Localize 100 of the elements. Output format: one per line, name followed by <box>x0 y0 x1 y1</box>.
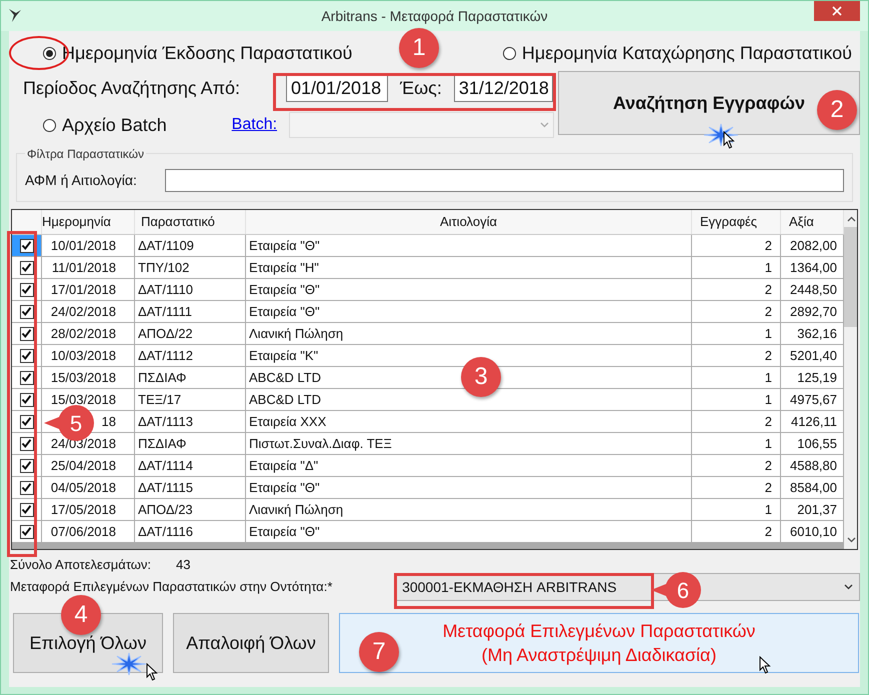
table-cell: 1 <box>692 257 781 278</box>
date-from-field[interactable]: 01/01/2018 <box>286 74 388 102</box>
action-button[interactable]: Απαλοιφή Όλων <box>173 613 329 673</box>
table-cell: ΑΠΟΔ/23 <box>135 499 246 520</box>
table-cell: 17/01/2018 <box>42 279 135 300</box>
row-selector[interactable] <box>12 411 42 432</box>
tax-id-field[interactable] <box>164 169 844 192</box>
table-cell: Εταιρεία "Θ" <box>246 279 692 300</box>
to-label: Έως: <box>400 76 442 100</box>
table-cell: 25/04/2018 <box>42 455 135 476</box>
table-cell: 1 <box>692 323 781 344</box>
table-cell: 201,37 <box>781 499 844 520</box>
column-header[interactable]: Εγγραφές <box>692 210 781 234</box>
table-cell: 07/06/2018 <box>42 521 135 542</box>
cursor-icon <box>759 656 771 674</box>
row-selector[interactable] <box>12 433 42 454</box>
row-selector[interactable] <box>12 323 42 344</box>
checkbox[interactable] <box>20 524 34 538</box>
row-selector[interactable] <box>12 499 42 520</box>
table-cell: 1 <box>692 433 781 454</box>
scroll-down-icon[interactable] <box>846 537 856 543</box>
row-selector[interactable] <box>12 301 42 322</box>
column-header[interactable]: Αιτιολογία <box>246 210 692 234</box>
checkbox[interactable] <box>20 392 34 406</box>
table-cell: 1 <box>692 367 781 388</box>
table-cell: 04/05/2018 <box>42 477 135 498</box>
table-cell: Εταιρεία "Θ" <box>246 235 692 256</box>
table-cell: Εταιρεία "Κ" <box>246 345 692 366</box>
table-cell: 362,16 <box>781 323 844 344</box>
table-cell: ΠΣΔΙΑΦ <box>135 367 246 388</box>
table-cell: 106,55 <box>781 433 844 454</box>
table-cell: 2 <box>692 345 781 366</box>
checkbox[interactable] <box>20 282 34 296</box>
table-cell: Εταιρεία "Θ" <box>246 477 692 498</box>
table-cell: 4588,80 <box>781 455 844 476</box>
checkbox[interactable] <box>20 348 34 362</box>
checkbox[interactable] <box>20 260 34 274</box>
table-cell: 10/03/2018 <box>42 345 135 366</box>
checkbox[interactable] <box>20 502 34 516</box>
table-cell: 15/03/2018 <box>42 389 135 410</box>
close-button[interactable] <box>814 1 860 21</box>
table-cell: 2 <box>692 477 781 498</box>
table-cell: Εταιρεία "Θ" <box>246 521 692 542</box>
table-cell: Εταιρεία "Θ" <box>246 301 692 322</box>
row-selector[interactable] <box>12 235 42 256</box>
checkbox[interactable] <box>20 370 34 384</box>
checkbox[interactable] <box>20 238 34 252</box>
column-header[interactable]: Ημερομηνία <box>42 210 135 234</box>
table-cell: 2448,50 <box>781 279 844 300</box>
cursor-icon <box>146 663 158 681</box>
table-cell: Πιστωτ.Συναλ.Διαφ. ΤΕΞ <box>246 433 692 454</box>
table-cell: 2082,00 <box>781 235 844 256</box>
table-cell: ΤΕΞ/17 <box>135 389 246 410</box>
table-cell: ΔΑΤ/1115 <box>135 477 246 498</box>
table-cell: 2 <box>692 235 781 256</box>
table-cell: ΔΑΤ/1111 <box>135 301 246 322</box>
checkbox[interactable] <box>20 326 34 340</box>
scrollbar[interactable] <box>844 210 857 549</box>
row-selector[interactable] <box>12 345 42 366</box>
row-selector[interactable] <box>12 389 42 410</box>
row-selector[interactable] <box>12 367 42 388</box>
checkbox[interactable] <box>20 480 34 494</box>
table-cell: 4126,11 <box>781 411 844 432</box>
table-cell: 2 <box>692 411 781 432</box>
table-cell: Εταιρεία "Η" <box>246 257 692 278</box>
table-cell: ΔΑΤ/1114 <box>135 455 246 476</box>
radio-label[interactable]: Ημερομηνία Καταχώρησης Παραστατικού <box>522 40 852 66</box>
table-cell: 17/05/2018 <box>42 499 135 520</box>
click-burst-icon <box>109 652 149 676</box>
table-cell: ΔΑΤ/1113 <box>135 411 246 432</box>
table-cell: 8584,00 <box>781 477 844 498</box>
checkbox[interactable] <box>20 436 34 450</box>
window-title: Arbitrans - Μεταφορά Παραστατικών <box>321 6 548 26</box>
table-cell: 6010,10 <box>781 521 844 542</box>
period-label: Περίοδος Αναζήτησης Από: <box>23 76 242 100</box>
table-cell: ΠΣΔΙΑΦ <box>135 433 246 454</box>
radio-button[interactable] <box>43 46 56 60</box>
table-cell: 5201,40 <box>781 345 844 366</box>
table-cell: 15/03/2018 <box>42 367 135 388</box>
table-cell: Λιανική Πώληση <box>246 323 692 344</box>
row-selector[interactable] <box>12 279 42 300</box>
row-selector[interactable] <box>12 455 42 476</box>
table-cell: 1 <box>692 499 781 520</box>
cursor-icon <box>723 131 735 149</box>
table-cell: 2 <box>692 521 781 542</box>
row-selector[interactable] <box>12 477 42 498</box>
row-selector[interactable] <box>12 521 42 542</box>
row-selector[interactable] <box>12 257 42 278</box>
table-cell: 2 <box>692 279 781 300</box>
date-to-field[interactable]: 31/12/2018 <box>454 74 553 102</box>
table-cell: 4975,67 <box>781 389 844 410</box>
column-header[interactable]: Παραστατικό <box>135 210 246 234</box>
checkbox[interactable] <box>20 304 34 318</box>
checkbox[interactable] <box>20 414 34 428</box>
table-cell: ΑΠΟΔ/22 <box>135 323 246 344</box>
table-cell: ΤΠΥ/102 <box>135 257 246 278</box>
checkbox[interactable] <box>20 458 34 472</box>
scroll-up-icon[interactable] <box>846 216 856 222</box>
scroll-thumb[interactable] <box>844 227 857 327</box>
radio-button[interactable] <box>502 46 516 60</box>
